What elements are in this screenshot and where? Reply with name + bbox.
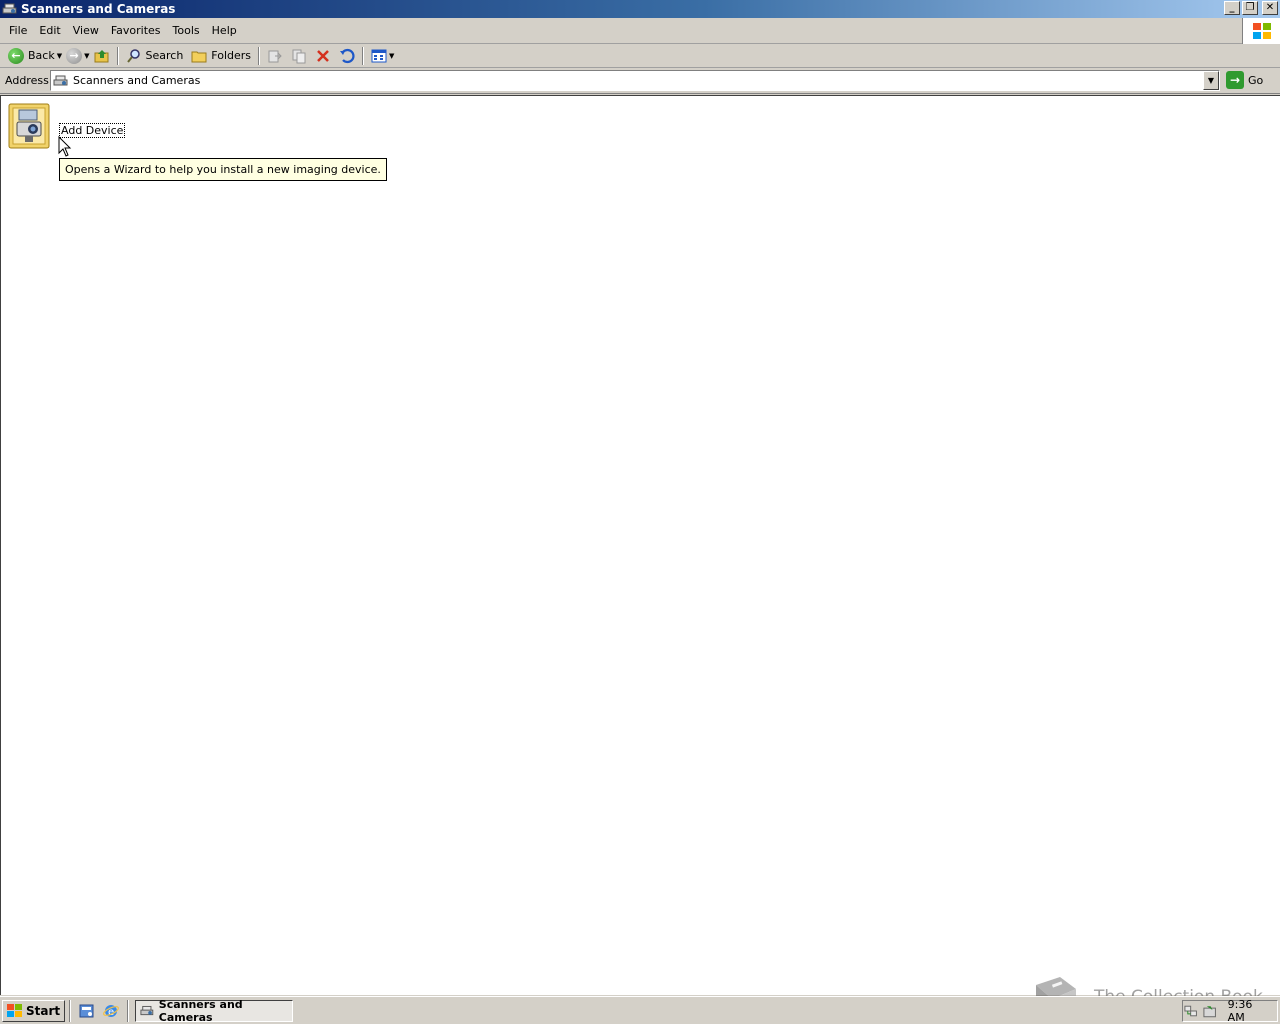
- mouse-pointer-icon: [58, 136, 72, 157]
- title-bar[interactable]: Scanners and Cameras _ ❐ ✕: [0, 0, 1280, 18]
- network-tray-icon[interactable]: [1183, 1003, 1198, 1019]
- tooltip: Opens a Wizard to help you install a new…: [59, 158, 387, 181]
- undo-button[interactable]: [335, 46, 359, 66]
- scanner-camera-icon: [2, 3, 17, 14]
- start-label: Start: [26, 1003, 61, 1018]
- menu-help[interactable]: Help: [206, 24, 243, 37]
- add-device-wizard-icon: [8, 103, 50, 149]
- back-arrow-icon: ←: [8, 47, 24, 64]
- server-manager-icon[interactable]: [79, 1003, 95, 1019]
- close-button[interactable]: ✕: [1262, 1, 1278, 15]
- address-input[interactable]: Scanners and Cameras ▼: [50, 70, 1220, 91]
- menu-file[interactable]: File: [3, 24, 33, 37]
- scanner-camera-icon: [53, 75, 68, 85]
- up-folder-button[interactable]: [90, 46, 114, 66]
- copy-to-icon: [292, 49, 306, 63]
- menu-help-label: Help: [211, 24, 237, 37]
- address-value: Scanners and Cameras: [73, 74, 201, 87]
- delete-button[interactable]: [311, 46, 335, 66]
- folders-label: Folders: [211, 49, 252, 62]
- toolbar-separator: [116, 46, 119, 65]
- menu-view-label: View: [72, 24, 99, 37]
- move-to-icon: [268, 50, 282, 62]
- undo-icon: [340, 48, 355, 63]
- standard-toolbar: ← Back ▼ → ▼ Search Folders ▼: [0, 44, 1280, 68]
- taskbar-button-label: Scanners and Cameras: [158, 997, 243, 1024]
- folders-button[interactable]: Folders: [187, 46, 255, 66]
- toolbar-separator: [362, 46, 365, 65]
- menu-tools[interactable]: Tools: [167, 24, 206, 37]
- search-label: Search: [145, 49, 184, 62]
- menu-tools-label: Tools: [172, 24, 200, 37]
- scanner-camera-icon: [140, 1005, 154, 1015]
- copy-to-button[interactable]: [287, 46, 311, 66]
- menu-view[interactable]: View: [67, 24, 105, 37]
- go-arrow-icon: →: [1226, 71, 1244, 89]
- forward-button[interactable]: →: [62, 46, 86, 66]
- quicklaunch-separator: [127, 999, 130, 1022]
- back-label: Back: [28, 49, 55, 62]
- forward-arrow-icon: →: [66, 47, 83, 64]
- windows-flag-icon: [7, 1003, 22, 1017]
- quicklaunch-separator: [69, 999, 72, 1022]
- search-icon: [126, 48, 140, 63]
- address-bar: Address Scanners and Cameras ▼ → Go: [0, 68, 1280, 94]
- internet-explorer-icon[interactable]: e: [103, 1003, 120, 1019]
- toolbar-separator: [258, 46, 261, 65]
- taskbar: Start e Scanners and Cameras 9:36 AM: [0, 996, 1280, 1024]
- go-label: Go: [1248, 73, 1264, 87]
- delete-x-icon: [317, 49, 329, 62]
- search-button[interactable]: Search: [122, 46, 188, 66]
- views-button[interactable]: ▼: [367, 46, 398, 66]
- address-dropdown-button[interactable]: ▼: [1203, 71, 1219, 90]
- security-tray-icon[interactable]: [1202, 1003, 1217, 1019]
- folders-icon: [191, 51, 207, 62]
- menu-edit-label: Edit: [39, 24, 61, 37]
- menu-favorites-label: Favorites: [110, 24, 161, 37]
- restore-button[interactable]: ❐: [1242, 1, 1258, 15]
- move-to-button[interactable]: [263, 46, 287, 66]
- views-icon: [371, 49, 387, 62]
- address-label: Address: [5, 74, 49, 87]
- clock[interactable]: 9:36 AM: [1228, 998, 1271, 1024]
- go-button[interactable]: → Go: [1226, 71, 1263, 89]
- menu-file-label: File: [9, 24, 28, 37]
- taskbar-button-scanners-and-cameras[interactable]: Scanners and Cameras: [135, 997, 294, 1024]
- system-tray: 9:36 AM: [1182, 998, 1278, 1024]
- start-button[interactable]: Start: [2, 999, 66, 1022]
- menu-favorites[interactable]: Favorites: [105, 24, 167, 37]
- minimize-button[interactable]: _: [1224, 1, 1240, 15]
- windows-logo-icon: [1242, 18, 1280, 44]
- up-folder-icon: [94, 49, 108, 62]
- views-dropdown-icon: ▼: [389, 51, 395, 60]
- back-button[interactable]: ← Back: [4, 46, 59, 66]
- folder-content-area[interactable]: Add Device Opens a Wizard to help you in…: [0, 95, 1280, 995]
- menu-bar: File Edit View Favorites Tools Help: [0, 18, 1280, 44]
- window-title: Scanners and Cameras: [21, 2, 176, 16]
- menu-edit[interactable]: Edit: [33, 24, 66, 37]
